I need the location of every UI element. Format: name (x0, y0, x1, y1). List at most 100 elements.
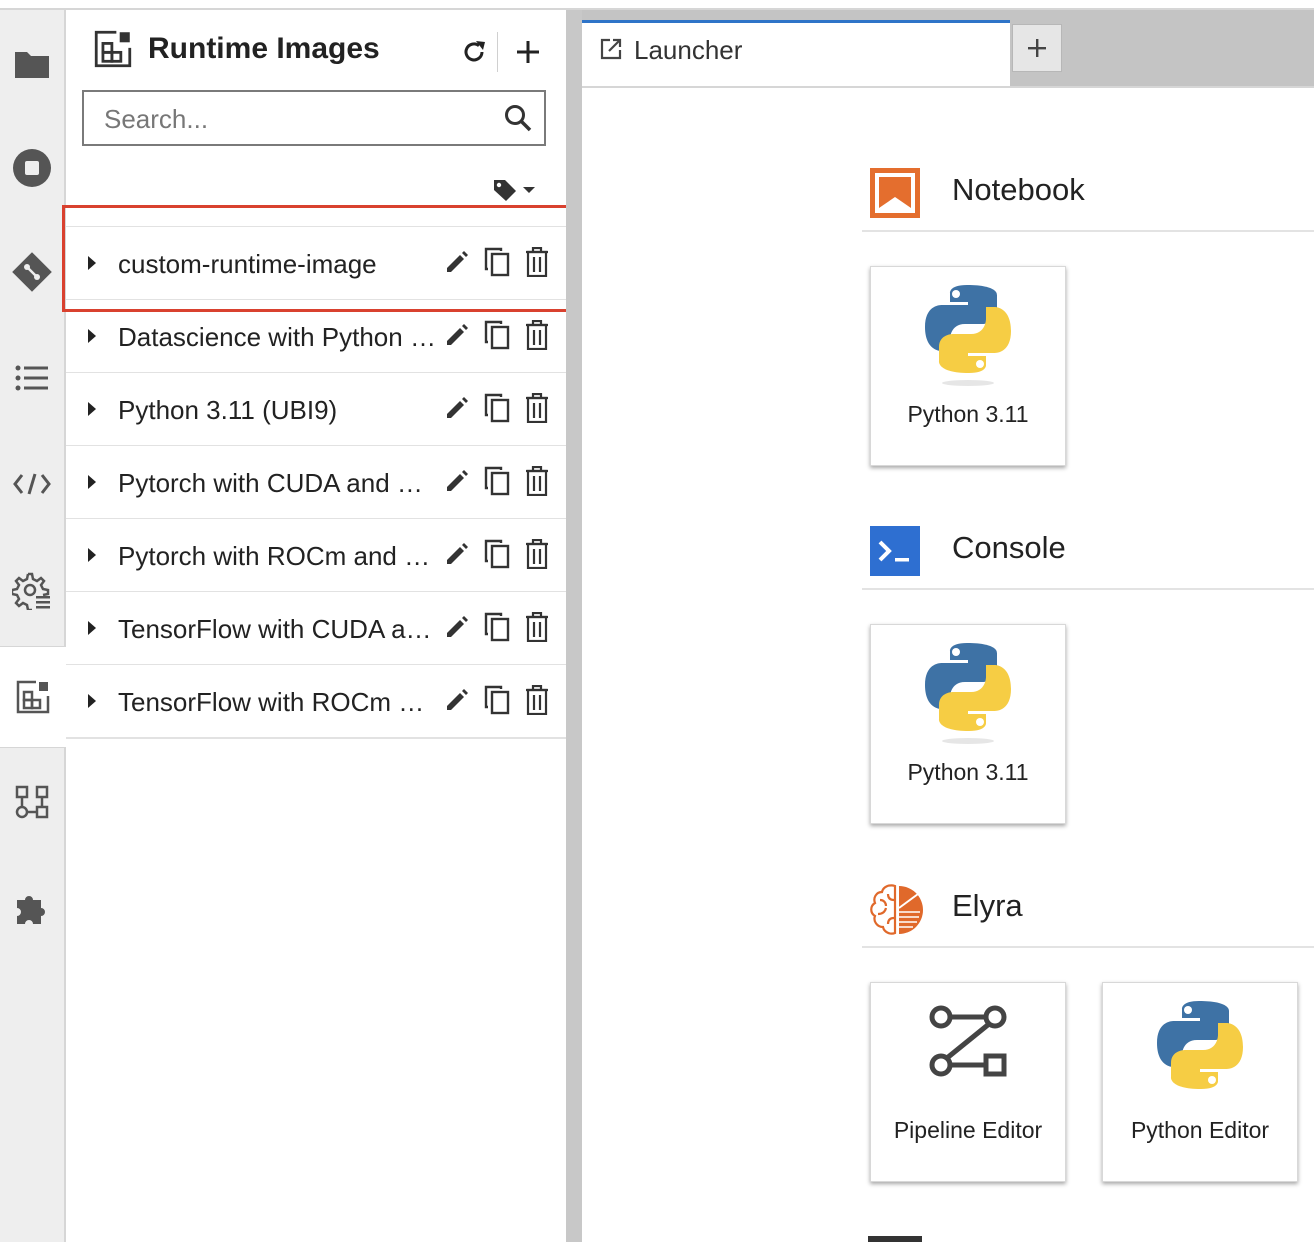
copy-icon (484, 393, 510, 428)
folder-icon (15, 52, 49, 78)
search-input[interactable] (102, 100, 496, 138)
duplicate-button[interactable] (482, 612, 512, 647)
git-tab[interactable] (0, 222, 64, 322)
add-runtime-image-button[interactable] (510, 34, 546, 70)
duplicate-button[interactable] (482, 539, 512, 574)
edit-button[interactable] (442, 614, 472, 644)
runtime-image-name: TensorFlow with ROCm and Python 3.11 (UB… (118, 687, 436, 717)
delete-button[interactable] (522, 392, 552, 428)
duplicate-button[interactable] (482, 685, 512, 717)
list-icon (15, 365, 48, 391)
python-logo-icon (923, 641, 1013, 750)
edit-button[interactable] (442, 395, 472, 425)
copy-icon (484, 612, 510, 647)
section-elyra: Elyra (862, 876, 1314, 948)
expand-caret-icon[interactable] (88, 256, 96, 270)
copy-icon (484, 539, 510, 574)
refresh-button[interactable] (456, 34, 492, 70)
duplicate-button[interactable] (482, 320, 512, 355)
pencil-icon (444, 468, 470, 499)
pencil-icon (444, 322, 470, 353)
delete-button[interactable] (522, 465, 552, 501)
edit-button[interactable] (442, 468, 472, 498)
extensions-tab[interactable] (0, 858, 64, 958)
expand-caret-icon[interactable] (88, 694, 96, 708)
python-logo-icon (923, 283, 1013, 392)
expand-caret-icon[interactable] (88, 329, 96, 343)
delete-button[interactable] (522, 246, 552, 279)
notebook-python-card[interactable]: Python 3.11 (870, 266, 1066, 466)
delete-button[interactable] (522, 611, 552, 647)
stop-circle-icon (13, 149, 51, 187)
runtime-image-row[interactable]: custom-runtime-image (66, 226, 566, 299)
copy-icon (484, 466, 510, 501)
card-label: Python 3.11 (907, 401, 1029, 427)
expand-caret-icon[interactable] (88, 475, 96, 489)
delete-button[interactable] (522, 538, 552, 571)
edit-button[interactable] (442, 322, 472, 352)
runtime-image-name: Datascience with Python 3.11 (UBI9) (118, 322, 436, 352)
delete-button[interactable] (522, 319, 552, 355)
python-editor-card[interactable]: Python Editor (1102, 982, 1298, 1182)
delete-button[interactable] (522, 684, 552, 720)
copy-icon (484, 320, 510, 355)
table-of-contents-tab[interactable] (0, 328, 64, 428)
panel-splitter[interactable] (566, 10, 582, 1242)
runtime-image-name: Python 3.11 (UBI9) (118, 395, 338, 425)
pencil-icon (444, 541, 470, 572)
catalog-icon (15, 785, 49, 819)
runtime-image-row[interactable]: TensorFlow with ROCm and Python 3.11 (UB… (66, 664, 566, 739)
pipeline-editor-card[interactable]: Pipeline Editor (870, 982, 1066, 1182)
tag-filter-button[interactable] (492, 178, 536, 202)
pencil-icon (444, 687, 470, 718)
runtime-image-row[interactable]: Datascience with Python 3.11 (UBI9) (66, 299, 566, 372)
edit-button[interactable] (442, 687, 472, 717)
tag-icon (494, 180, 516, 201)
edit-button[interactable] (442, 541, 472, 571)
elyra-brain-icon (870, 884, 923, 935)
code-snippets-tab[interactable] (0, 434, 64, 534)
search-box (82, 90, 546, 146)
runtime-image-name: custom-runtime-image (118, 249, 377, 279)
edit-button[interactable] (442, 249, 472, 279)
tab-label: Launcher (634, 35, 743, 65)
refresh-icon (464, 41, 485, 62)
runtime-image-row[interactable]: Pytorch with ROCm and Python 3.11 (UBI9) (66, 518, 566, 591)
duplicate-button[interactable] (482, 466, 512, 501)
expand-caret-icon[interactable] (88, 548, 96, 562)
section-console: Console (862, 518, 1314, 590)
expand-caret-icon[interactable] (88, 402, 96, 416)
trash-icon (525, 319, 549, 355)
runtime-image-row[interactable]: TensorFlow with CUDA and Python 3.11 (UB… (66, 591, 566, 664)
section-label: Notebook (952, 172, 1085, 207)
running-sessions-tab[interactable] (0, 118, 64, 218)
component-catalogs-tab[interactable] (0, 752, 64, 852)
runtime-image-row[interactable]: Pytorch with CUDA and Python 3.11 (UBI9) (66, 445, 566, 518)
console-python-card[interactable]: Python 3.11 (870, 624, 1066, 824)
runtime-images-tab[interactable] (0, 646, 66, 748)
notebook-icon (870, 168, 920, 218)
trash-icon (525, 392, 549, 428)
trash-icon (525, 465, 549, 501)
runtimes-tab[interactable] (0, 540, 64, 640)
pencil-icon (444, 614, 470, 645)
trash-icon (525, 611, 549, 647)
runtime-images-panel: Runtime Images custom-runtime-image Datas… (66, 10, 566, 1242)
file-browser-tab[interactable] (0, 14, 64, 114)
duplicate-button[interactable] (482, 393, 512, 428)
copy-icon (484, 247, 510, 282)
search-icon[interactable] (504, 104, 532, 132)
git-icon (12, 252, 52, 292)
trash-icon (525, 684, 549, 720)
expand-caret-icon[interactable] (88, 621, 96, 635)
tab-launcher[interactable]: Launcher (582, 20, 1010, 86)
runtime-image-row[interactable]: Python 3.11 (UBI9) (66, 372, 566, 445)
duplicate-button[interactable] (482, 247, 512, 282)
launch-icon (600, 38, 622, 60)
python-logo-icon (1155, 999, 1245, 1108)
card-label: Python Editor (1130, 1117, 1270, 1143)
panel-header: Runtime Images (66, 10, 566, 90)
runtime-images-icon (94, 30, 132, 68)
plus-icon (1028, 39, 1046, 57)
new-launcher-button[interactable] (1012, 24, 1062, 72)
